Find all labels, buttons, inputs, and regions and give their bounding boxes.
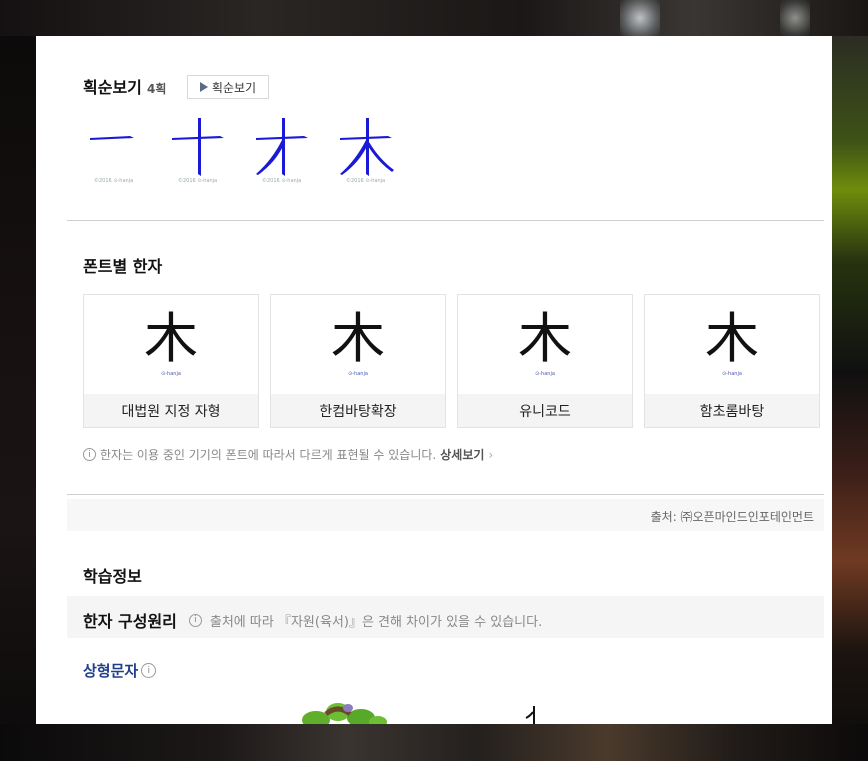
font-card-mark: ⊙-hanja [535,371,555,377]
font-card-3: 木 ⊙-hanja 유니코드 [457,294,633,428]
principle-title: 한자 구성원리 [83,612,177,631]
font-card-1: 木 ⊙-hanja 대법원 지정 자형 [83,294,259,428]
stroke-copyright-4: ©2016 ⊙-hanja [346,178,386,184]
stroke-play-button[interactable]: 획순보기 [187,75,269,99]
info-icon[interactable]: i [141,663,157,678]
info-icon[interactable]: i [83,448,96,461]
section-divider [67,494,824,495]
stroke-glyph-4 [340,118,394,176]
section-divider [67,220,824,221]
stroke-glyph-1 [90,136,134,140]
font-card-glyph: 木 [705,307,759,370]
backdrop-light [620,0,660,36]
stroke-count: 4획 [146,82,167,96]
stroke-glyph-2 [172,118,224,176]
font-card-mark: ⊙-hanja [348,371,368,377]
stroke-order-header: 획순보기 4획 [83,74,166,98]
font-section-title: 폰트별 한자 [83,257,163,276]
backdrop-top [0,0,868,36]
font-card-glyph: 木 [518,307,572,370]
stroke-copyright-1: ©2016 ⊙-hanja [94,178,134,184]
font-card-label: 함초롬바탕 [645,394,819,427]
font-card-mark: ⊙-hanja [161,371,181,377]
stroke-copyright-2: ©2016 ⊙-hanja [178,178,218,184]
info-icon[interactable]: i [188,613,202,627]
stroke-copyright-3: ©2016 ⊙-hanja [262,178,302,184]
backdrop-bottom [0,724,868,761]
hanja-detail-panel: 획순보기 4획 획순보기 ©2016 ⊙-hanja ©2016 ⊙-hanja… [36,36,832,724]
font-card-label: 대법원 지정 자형 [84,394,258,427]
font-card-mark: ⊙-hanja [722,371,742,377]
stroke-frame-1: ©2016 ⊙-hanja [84,114,150,188]
font-card-glyph: 木 [331,307,385,370]
font-note-text: 한자는 이용 중인 기기의 폰트에 따라서 다르게 표현될 수 있습니다. [100,448,437,462]
font-card-2: 木 ⊙-hanja 한컴바탕확장 [270,294,446,428]
principle-row: 한자 구성원리 i 출처에 따라 『자원(육서)』은 견해 차이가 있을 수 있… [67,596,824,638]
backdrop-right [832,36,868,736]
principle-note: 출처에 따라 『자원(육서)』은 견해 차이가 있을 수 있습니다. [209,614,543,630]
font-card-4: 木 ⊙-hanja 함초롬바탕 [644,294,820,428]
category-row: 상형문자 i [83,660,157,681]
backdrop-light [780,0,810,36]
detail-link[interactable]: 상세보기 [440,446,484,463]
source-bar: 출처: ㈜오픈마인드인포테인먼트 [67,499,824,531]
font-card-glyph: 木 [144,307,198,370]
chevron-right-icon: › [488,447,494,462]
font-card-label: 한컴바탕확장 [271,394,445,427]
tree-illustration [302,703,387,724]
tree-glyph-fragment [525,706,535,724]
play-icon [199,82,208,92]
font-card-label: 유니코드 [458,394,632,427]
source-text: 출처: ㈜오픈마인드인포테인먼트 [650,510,814,524]
study-section-title: 학습정보 [83,567,142,586]
principle-header: 한자 구성원리 i 출처에 따라 『자원(육서)』은 견해 차이가 있을 수 있… [83,608,542,632]
stroke-frame-2: ©2016 ⊙-hanja [168,114,234,188]
stroke-frame-3: ©2016 ⊙-hanja [252,114,318,188]
stroke-glyph-3 [256,118,308,176]
stroke-order-title: 획순보기 [83,78,142,97]
stroke-frame-4: ©2016 ⊙-hanja [336,114,402,188]
backdrop-left [0,36,36,736]
stroke-play-label: 획순보기 [211,80,257,95]
category-link[interactable]: 상형문자 [83,660,138,681]
font-note: i 한자는 이용 중인 기기의 폰트에 따라서 다르게 표현될 수 있습니다. … [83,446,493,463]
